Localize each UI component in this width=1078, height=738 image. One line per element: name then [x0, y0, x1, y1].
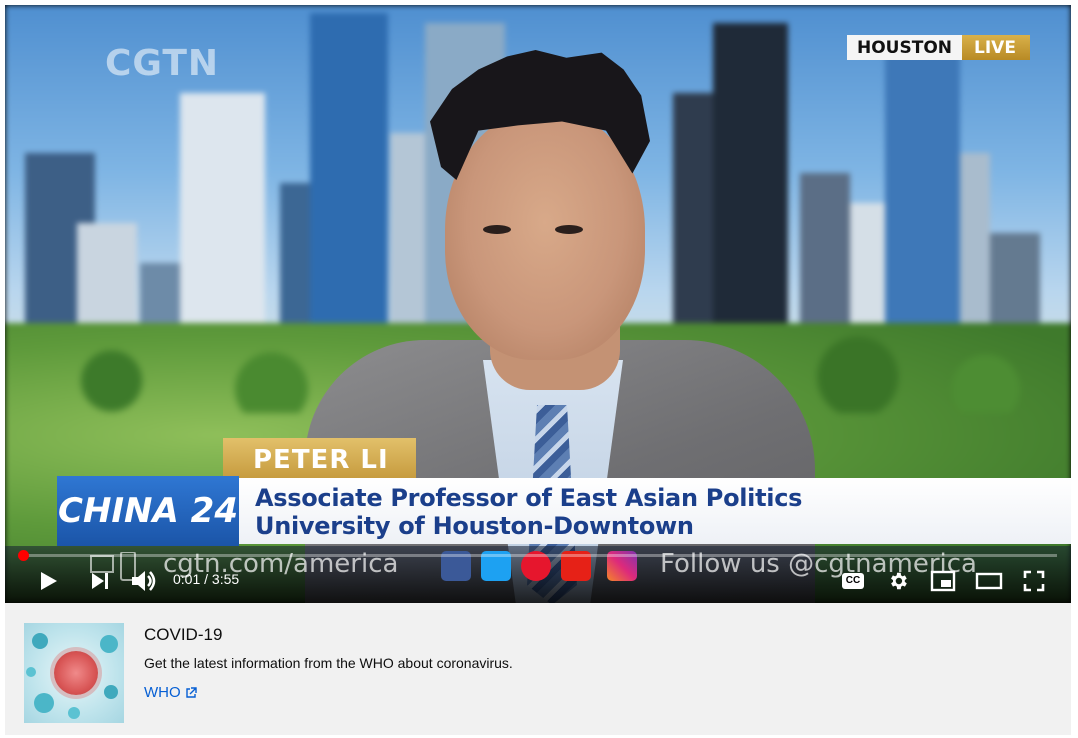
- guest-title-line2: University of Houston-Downtown: [255, 512, 694, 540]
- who-link[interactable]: WHO: [144, 684, 197, 701]
- who-link-label: WHO: [144, 684, 181, 701]
- guest-name: PETER LI: [223, 438, 416, 480]
- settings-button[interactable]: [883, 567, 913, 595]
- lower-third: Associate Professor of East Asian Politi…: [235, 478, 1071, 544]
- settings-icon: [891, 572, 907, 590]
- info-description: Get the latest information from the WHO …: [144, 655, 513, 671]
- next-icon: [92, 573, 108, 589]
- volume-icon: [132, 571, 156, 591]
- theater-icon: [975, 572, 1003, 590]
- fullscreen-icon: [1023, 570, 1045, 592]
- theater-button[interactable]: [973, 567, 1005, 595]
- info-panel: COVID-19 Get the latest information from…: [5, 603, 1071, 735]
- video-frame[interactable]: CGTN HOUSTON LIVE PETER LI Associate Pro…: [5, 5, 1071, 603]
- fullscreen-button[interactable]: [1019, 567, 1049, 595]
- miniplayer-button[interactable]: [927, 567, 959, 595]
- info-title: COVID-19: [144, 625, 223, 644]
- video-player[interactable]: CGTN HOUSTON LIVE PETER LI Associate Pro…: [5, 5, 1071, 603]
- captions-icon: CC: [841, 573, 865, 589]
- time-display: 0:01 / 3:55: [173, 571, 240, 587]
- volume-button[interactable]: [127, 567, 161, 595]
- show-logo: CHINA 24: [57, 476, 239, 546]
- coronavirus-thumbnail: [24, 623, 124, 723]
- live-label: LIVE: [962, 35, 1030, 60]
- play-button[interactable]: [33, 567, 63, 595]
- live-badge: HOUSTON LIVE: [847, 35, 1030, 60]
- channel-logo: CGTN: [105, 43, 220, 84]
- captions-button[interactable]: CC: [837, 567, 869, 595]
- progress-bar[interactable]: [18, 550, 1057, 561]
- live-location: HOUSTON: [847, 35, 963, 60]
- play-icon: [41, 572, 57, 590]
- next-button[interactable]: [85, 567, 115, 595]
- external-link-icon: [185, 686, 197, 698]
- miniplayer-icon: [930, 570, 956, 592]
- guest-title-line1: Associate Professor of East Asian Politi…: [255, 484, 803, 512]
